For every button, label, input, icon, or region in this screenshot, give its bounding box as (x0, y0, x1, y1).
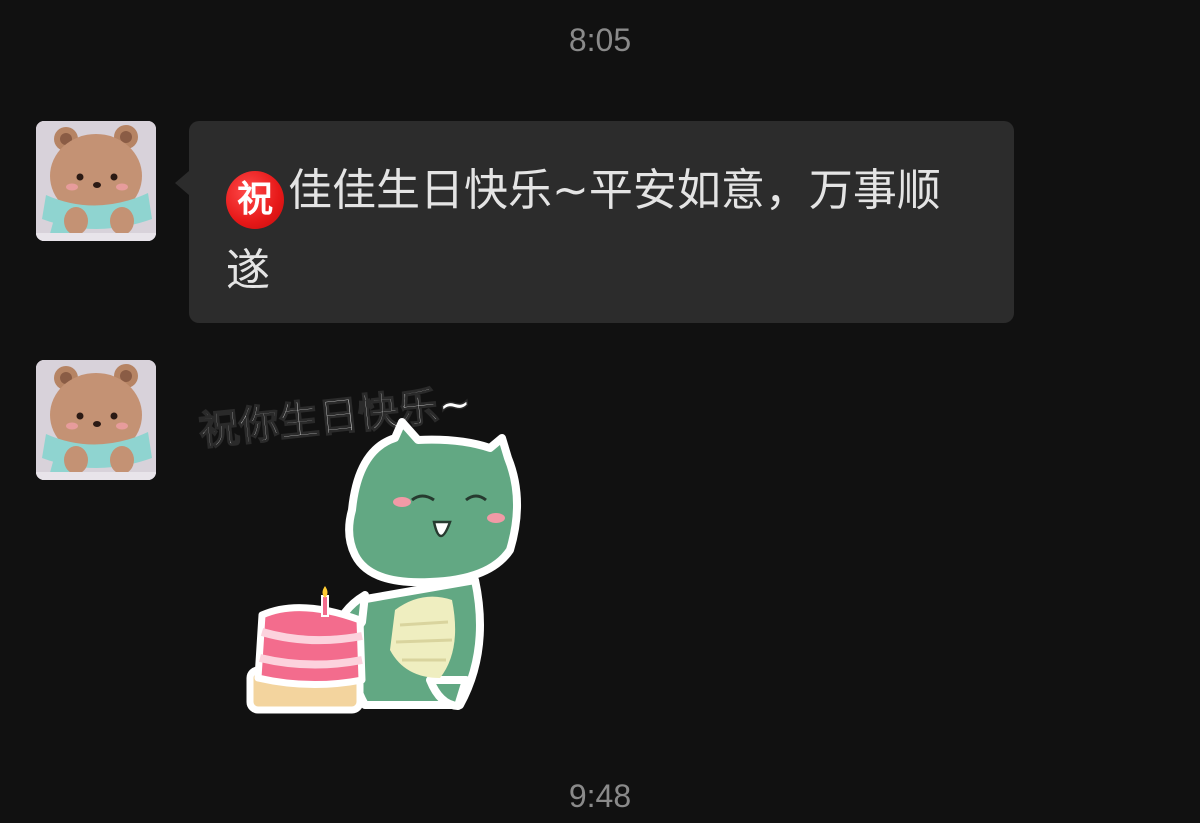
birthday-sticker[interactable]: 祝你生日快乐~ (190, 360, 550, 720)
dinosaur-cake-icon: 祝你生日快乐~ (196, 380, 521, 714)
chat-window: 8:05 祝佳佳生日快乐~平安如意，万事顺遂 祝你生日快乐~ 9:48 (0, 0, 1200, 823)
timestamp: 9:48 (568, 778, 632, 814)
bear-avatar-icon (36, 360, 156, 480)
bear-avatar-icon (36, 121, 156, 241)
message-text: 佳佳生日快乐~平安如意，万事顺遂 (226, 165, 941, 296)
zhu-emoji-icon: 祝 (226, 171, 284, 229)
sender-avatar[interactable] (36, 121, 156, 241)
sender-avatar[interactable] (36, 360, 156, 480)
timestamp: 8:05 (568, 22, 632, 58)
message-bubble[interactable]: 祝佳佳生日快乐~平安如意，万事顺遂 (175, 121, 1014, 323)
